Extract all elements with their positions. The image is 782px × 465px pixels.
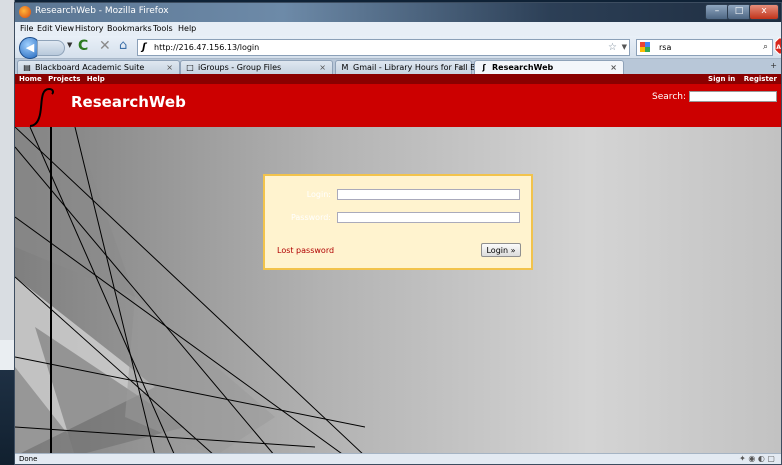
menu-bar: File Edit View History Bookmarks Tools Help [15, 22, 781, 36]
tab-favicon-icon: M [341, 63, 349, 72]
tab-label: Blackboard Academic Suite [35, 63, 145, 72]
site-favicon-icon: ʃ [142, 42, 147, 53]
register-link[interactable]: Register [744, 75, 777, 83]
password-label: Password: [290, 213, 331, 222]
browser-tab[interactable]: ʃ ResearchWeb × [474, 60, 624, 74]
nav-link-help[interactable]: Help [87, 75, 105, 83]
browser-tab[interactable]: M Gmail - Library Hours for Fall Break ..… [335, 60, 503, 74]
menu-tools[interactable]: Tools [153, 24, 173, 33]
tab-label: iGroups - Group Files [198, 63, 282, 72]
svg-text:ABP: ABP [776, 44, 782, 51]
bookmark-star-icon[interactable]: ☆ [608, 40, 617, 55]
home-icon[interactable]: ⌂ [119, 38, 127, 53]
menu-file[interactable]: File [20, 24, 33, 33]
site-top-nav: Home Projects Help Sign in Register [15, 74, 781, 84]
firefox-icon [19, 6, 31, 18]
menu-history[interactable]: History [75, 24, 103, 33]
forward-button[interactable] [37, 40, 65, 56]
login-label: Login: [306, 190, 331, 199]
password-input[interactable] [337, 212, 520, 223]
menu-bookmarks[interactable]: Bookmarks [107, 24, 152, 33]
login-form: Login: Password: Lost password Login » [263, 174, 533, 270]
stop-icon[interactable]: ✕ [99, 38, 111, 54]
background-window-edge-lower [0, 340, 14, 370]
url-dropdown-icon[interactable]: ▼ [622, 40, 627, 55]
new-tab-icon[interactable]: + [770, 61, 777, 70]
tab-close-icon[interactable]: × [610, 61, 617, 74]
reload-icon[interactable]: C [78, 38, 88, 54]
adblock-icon[interactable]: ABP [774, 37, 782, 55]
tab-favicon-icon: □ [186, 63, 194, 72]
history-dropdown-icon[interactable]: ▼ [67, 41, 72, 49]
tab-close-icon[interactable]: × [458, 61, 465, 74]
site-header: ResearchWeb Search: [15, 84, 781, 127]
menu-edit[interactable]: Edit [37, 24, 53, 33]
browser-tab[interactable]: ▤ Blackboard Academic Suite × [17, 60, 180, 74]
title-bar: ResearchWeb - Mozilla Firefox – □ x [15, 3, 781, 22]
maximize-button[interactable]: □ [727, 4, 751, 20]
browser-tab[interactable]: □ iGroups - Group Files × [180, 60, 333, 74]
site-title: ResearchWeb [71, 93, 186, 111]
address-bar[interactable]: ʃ http://216.47.156.13/login ☆ ▼ [137, 39, 630, 56]
site-logo-icon [29, 88, 54, 127]
background-window-edge [0, 0, 15, 350]
nav-link-projects[interactable]: Projects [48, 75, 80, 83]
web-page: Home Projects Help Sign in Register Rese… [15, 74, 781, 456]
search-bar[interactable]: rsa ⌕ [636, 39, 773, 56]
window-title: ResearchWeb - Mozilla Firefox [35, 6, 169, 16]
login-button[interactable]: Login » [481, 243, 521, 257]
tab-favicon-icon: ʃ [482, 63, 486, 72]
tab-favicon-icon: ▤ [23, 63, 31, 72]
nav-link-home[interactable]: Home [19, 75, 42, 83]
sign-in-link[interactable]: Sign in [708, 75, 735, 83]
status-text: Done [19, 455, 38, 463]
tab-strip: + ▤ Blackboard Academic Suite × □ iGroups - … [15, 59, 781, 74]
status-addon-icons[interactable]: ✦ ◉ ◐ ▢ [739, 454, 775, 463]
login-input[interactable] [337, 189, 520, 200]
status-bar: Done ✦ ◉ ◐ ▢ [15, 453, 781, 464]
url-text: http://216.47.156.13/login [154, 43, 260, 52]
menu-view[interactable]: View [55, 24, 74, 33]
search-icon[interactable]: ⌕ [763, 40, 768, 55]
search-engine-icon[interactable] [640, 42, 650, 52]
close-window-button[interactable]: x [749, 4, 779, 20]
tab-close-icon[interactable]: × [166, 61, 173, 74]
tab-label: ResearchWeb [492, 63, 554, 72]
navigation-toolbar: ◀ ▼ C ✕ ⌂ ʃ http://216.47.156.13/login ☆… [15, 36, 781, 59]
lost-password-link[interactable]: Lost password [277, 246, 334, 255]
search-text: rsa [659, 43, 672, 52]
menu-help[interactable]: Help [178, 24, 196, 33]
site-search-label: Search: [652, 92, 686, 102]
browser-window: ResearchWeb - Mozilla Firefox – □ x File… [14, 2, 782, 465]
minimize-button[interactable]: – [705, 4, 729, 20]
site-search-input[interactable] [689, 91, 777, 102]
tab-close-icon[interactable]: × [319, 61, 326, 74]
